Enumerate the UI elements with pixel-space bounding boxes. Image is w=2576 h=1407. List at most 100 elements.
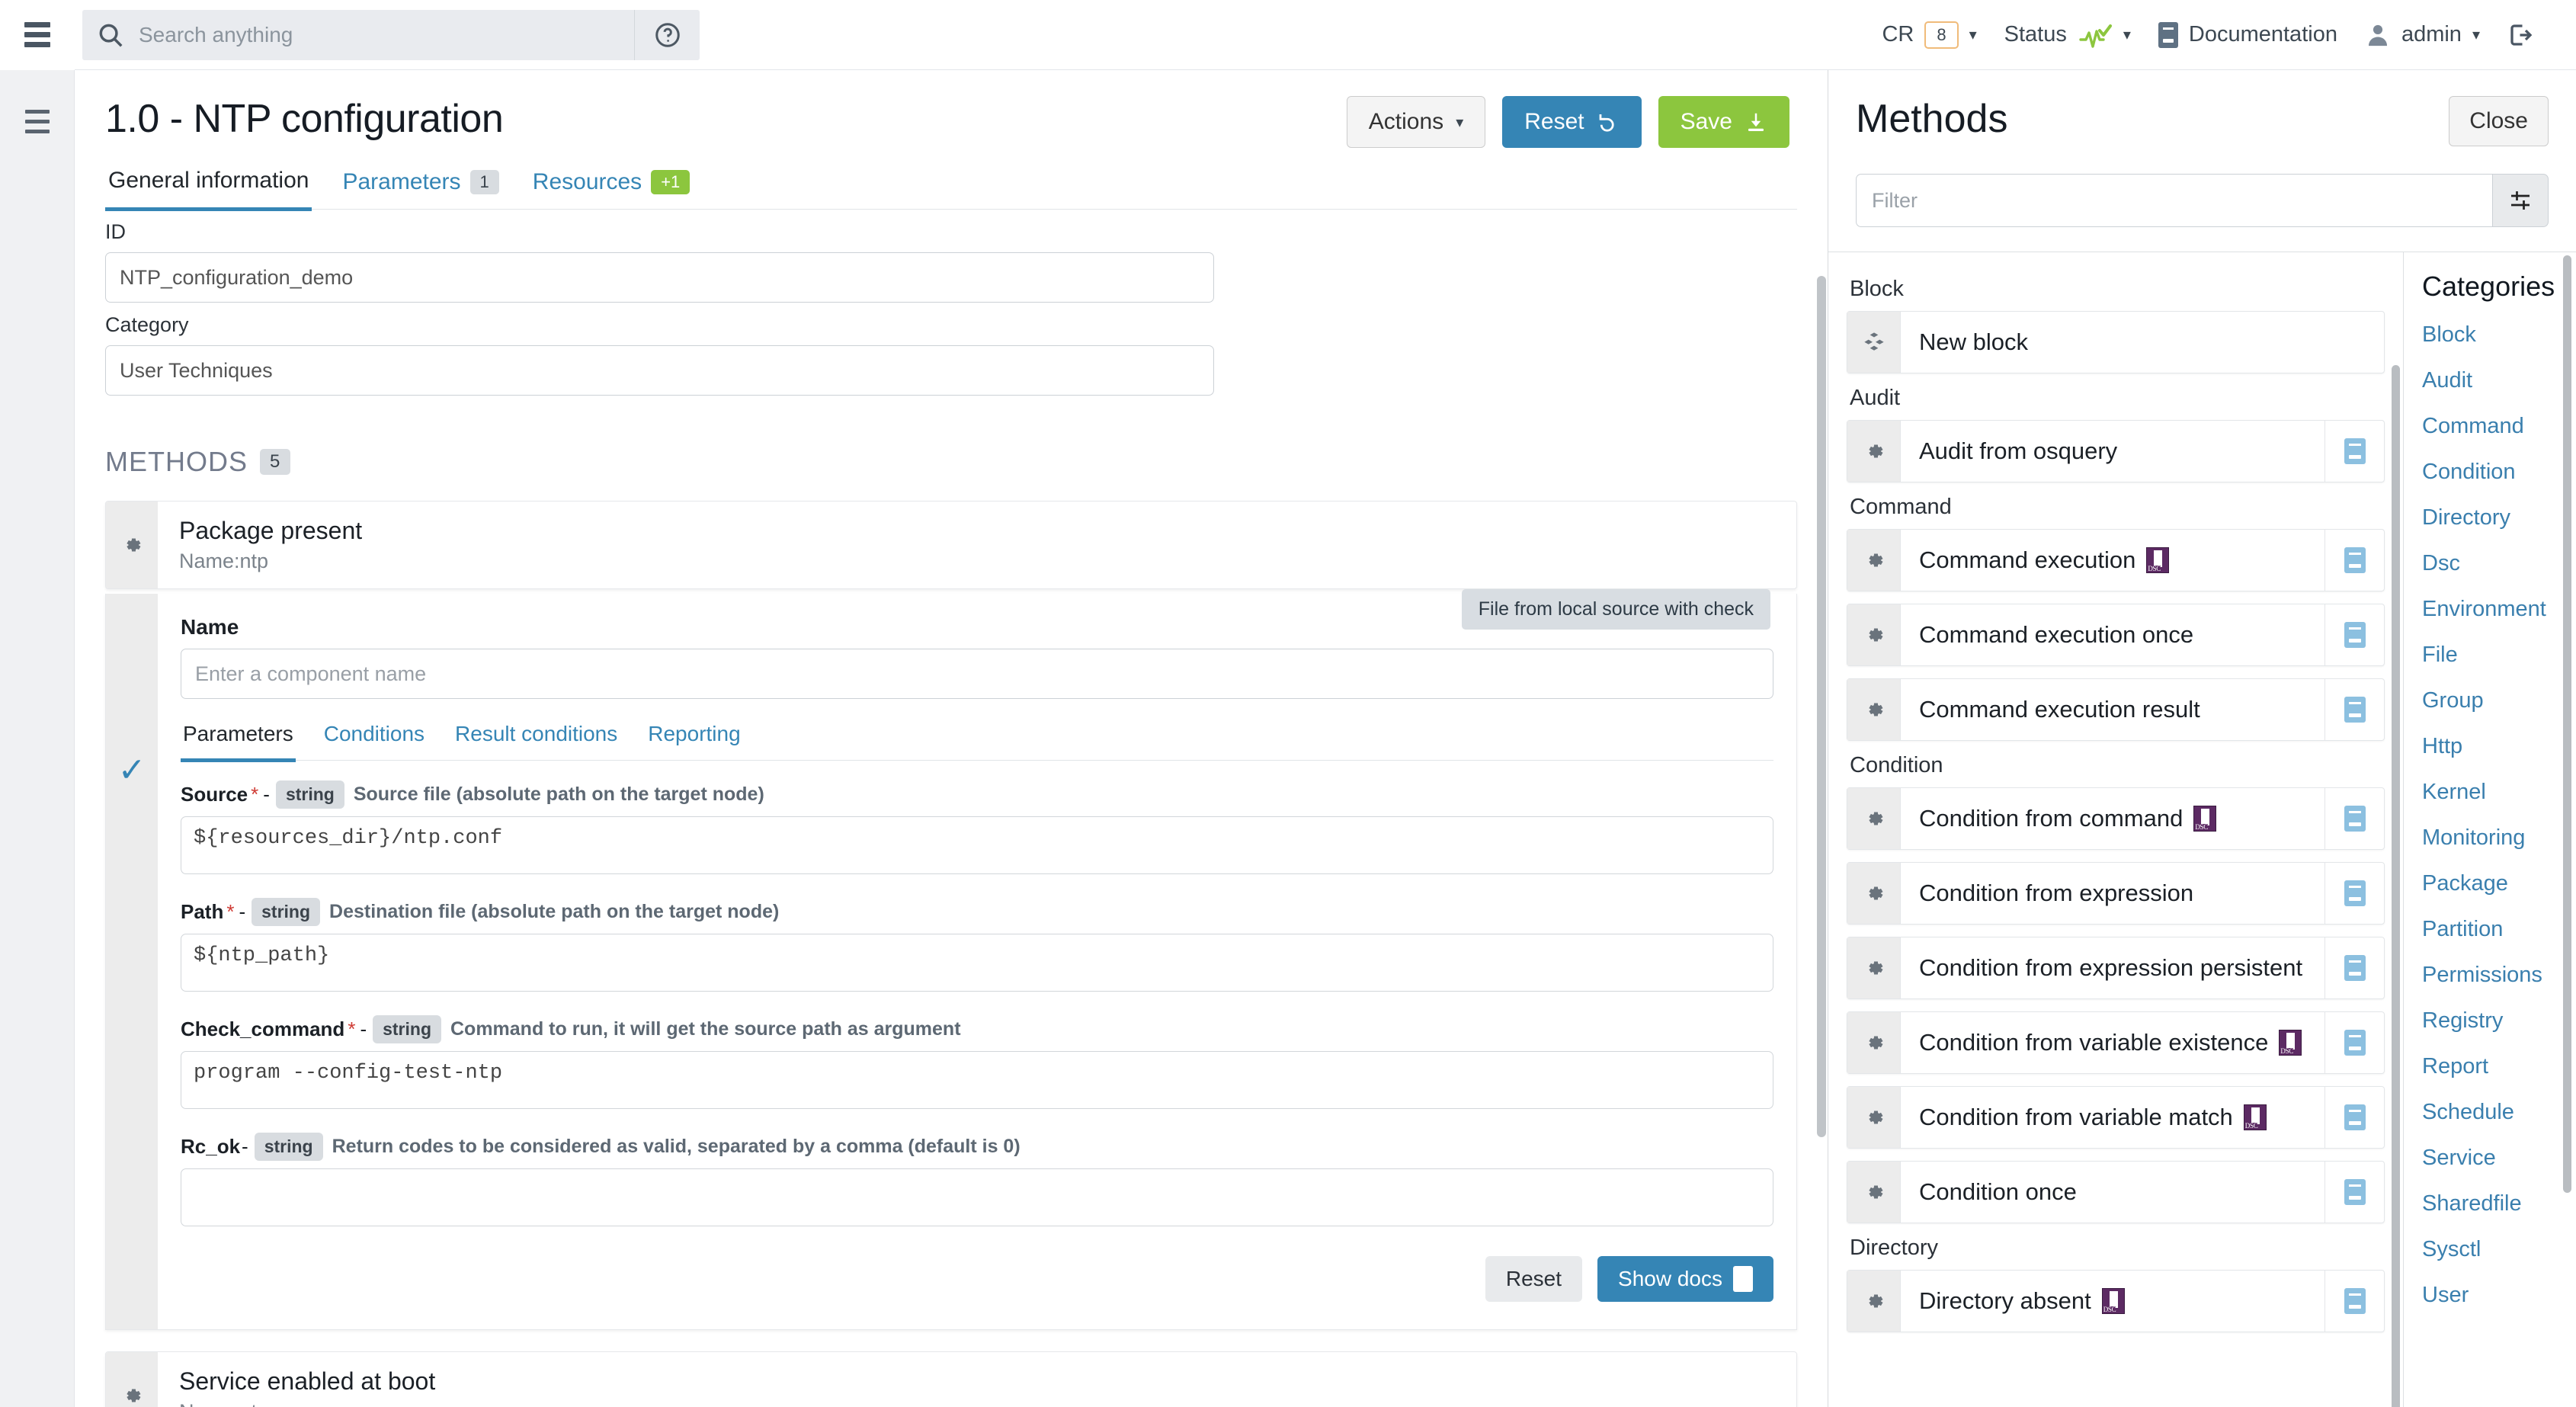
method-item-condition-from-variable-existence[interactable]: Condition from variable existence [1847, 1011, 2385, 1074]
method-doc-button[interactable] [2324, 1087, 2384, 1148]
method-item-command-execution-result[interactable]: Command execution result [1847, 678, 2385, 741]
method-doc-button[interactable] [2324, 937, 2384, 998]
category-link-environment[interactable]: Environment [2422, 597, 2576, 622]
heartbeat-check-icon [2078, 21, 2113, 49]
filter-input[interactable] [1856, 174, 2492, 227]
method-doc-button[interactable] [2324, 788, 2384, 849]
category-link-permissions[interactable]: Permissions [2422, 963, 2576, 988]
component-name-input[interactable] [181, 649, 1773, 699]
method-doc-button[interactable] [2324, 1162, 2384, 1223]
method-item-command-execution[interactable]: Command execution [1847, 529, 2385, 591]
methods-panel: Methods Close Block [1828, 70, 2576, 1407]
category-link-package[interactable]: Package [2422, 871, 2576, 896]
method-item-label: Condition from variable existence [1901, 1012, 2324, 1073]
editor-tab-reporting[interactable]: Reporting [646, 722, 742, 760]
actions-dropdown-button[interactable]: Actions [1347, 96, 1485, 148]
close-panel-button[interactable]: Close [2449, 96, 2549, 146]
method-doc-button[interactable] [2324, 1271, 2384, 1332]
main-scrollbar[interactable] [1817, 276, 1826, 1137]
editor-tab-parameters[interactable]: Parameters [181, 722, 296, 762]
search-input[interactable] [139, 23, 634, 47]
global-search[interactable] [82, 10, 700, 60]
change-requests-menu[interactable]: CR 8 [1868, 0, 1990, 70]
category-link-command[interactable]: Command [2422, 414, 2576, 439]
category-link-partition[interactable]: Partition [2422, 917, 2576, 942]
category-link-http[interactable]: Http [2422, 734, 2576, 759]
chevron-down-icon [1456, 113, 1463, 132]
book-icon [2344, 697, 2366, 723]
help-circle-icon[interactable] [634, 10, 700, 60]
editor-tab-result-conditions[interactable]: Result conditions [453, 722, 620, 760]
category-link-user[interactable]: User [2422, 1283, 2576, 1308]
hamburger-icon[interactable] [24, 22, 50, 47]
category-link-sysctl[interactable]: Sysctl [2422, 1237, 2576, 1262]
category-link-kernel[interactable]: Kernel [2422, 780, 2576, 805]
tab-resources[interactable]: Resources +1 [530, 169, 694, 209]
category-link-block[interactable]: Block [2422, 322, 2576, 348]
method-card-service-enabled-at-boot[interactable]: Service enabled at boot Name:ntp [105, 1351, 1797, 1407]
param-source-input[interactable]: ${resources_dir}/ntp.conf [181, 816, 1773, 874]
logout-button[interactable] [2494, 0, 2549, 70]
category-input[interactable] [105, 345, 1214, 396]
tab-general-information[interactable]: General information [105, 168, 312, 211]
category-link-schedule[interactable]: Schedule [2422, 1100, 2576, 1125]
param-dash: - [263, 783, 270, 806]
category-link-audit[interactable]: Audit [2422, 368, 2576, 393]
categories-sidebar: Categories Block Audit Command Condition… [2404, 252, 2576, 1407]
method-item-condition-from-expression[interactable]: Condition from expression [1847, 862, 2385, 925]
show-docs-button[interactable]: Show docs [1597, 1256, 1773, 1302]
method-item-text: Condition once [1919, 1178, 2077, 1206]
user-label: admin [2401, 22, 2462, 47]
method-doc-button[interactable] [2324, 679, 2384, 740]
param-type-badge: string [373, 1015, 441, 1043]
id-input[interactable] [105, 252, 1214, 303]
category-link-directory[interactable]: Directory [2422, 505, 2576, 530]
method-item-command-execution-once[interactable]: Command execution once [1847, 604, 2385, 666]
category-link-dsc[interactable]: Dsc [2422, 551, 2576, 576]
method-item-new-block[interactable]: New block [1847, 311, 2385, 373]
sidebar-toggle-icon[interactable] [25, 110, 50, 1407]
editor-reset-button[interactable]: Reset [1485, 1256, 1582, 1302]
save-button[interactable]: Save [1658, 96, 1789, 148]
category-link-file[interactable]: File [2422, 643, 2576, 668]
category-link-condition[interactable]: Condition [2422, 460, 2576, 485]
method-item-directory-absent[interactable]: Directory absent [1847, 1270, 2385, 1332]
method-doc-button[interactable] [2324, 863, 2384, 924]
category-link-monitoring[interactable]: Monitoring [2422, 825, 2576, 851]
tab-parameters[interactable]: Parameters 1 [339, 169, 501, 209]
category-link-report[interactable]: Report [2422, 1054, 2576, 1079]
method-doc-button[interactable] [2324, 421, 2384, 482]
reset-button[interactable]: Reset [1502, 96, 1641, 148]
cr-count-badge: 8 [1924, 21, 1958, 49]
filter-settings-button[interactable] [2492, 174, 2549, 227]
methods-list-scrollbar[interactable] [2392, 365, 2400, 1407]
categories-scrollbar[interactable] [2563, 255, 2571, 1193]
param-type-badge: string [252, 898, 320, 926]
book-icon [2344, 1030, 2366, 1056]
category-link-registry[interactable]: Registry [2422, 1008, 2576, 1034]
method-item-condition-from-command[interactable]: Condition from command [1847, 787, 2385, 850]
param-rc-ok-input[interactable] [181, 1168, 1773, 1226]
method-card-package-present[interactable]: Package present Name:ntp [105, 501, 1797, 589]
category-link-group[interactable]: Group [2422, 688, 2576, 713]
param-name: Check_command [181, 1018, 344, 1041]
category-link-service[interactable]: Service [2422, 1146, 2576, 1171]
gear-icon [120, 1384, 143, 1407]
param-path-input[interactable]: ${ntp_path} [181, 934, 1773, 992]
editor-tab-conditions[interactable]: Conditions [322, 722, 427, 760]
param-check-command-input[interactable]: program --config-test-ntp [181, 1051, 1773, 1109]
category-link-sharedfile[interactable]: Sharedfile [2422, 1191, 2576, 1216]
method-doc-button[interactable] [2324, 530, 2384, 591]
method-doc-button[interactable] [2324, 604, 2384, 665]
method-item-condition-from-variable-match[interactable]: Condition from variable match [1847, 1086, 2385, 1149]
method-item-condition-from-expression-persistent[interactable]: Condition from expression persistent [1847, 937, 2385, 999]
method-item-condition-once[interactable]: Condition once [1847, 1161, 2385, 1223]
user-menu[interactable]: admin [2351, 0, 2494, 70]
status-menu[interactable]: Status [1991, 0, 2145, 70]
book-icon [2344, 806, 2366, 832]
method-item-audit-from-osquery[interactable]: Audit from osquery [1847, 420, 2385, 482]
search-icon [82, 21, 139, 50]
method-item-label: Directory absent [1901, 1271, 2324, 1332]
method-doc-button[interactable] [2324, 1012, 2384, 1073]
documentation-link[interactable]: Documentation [2145, 0, 2351, 70]
